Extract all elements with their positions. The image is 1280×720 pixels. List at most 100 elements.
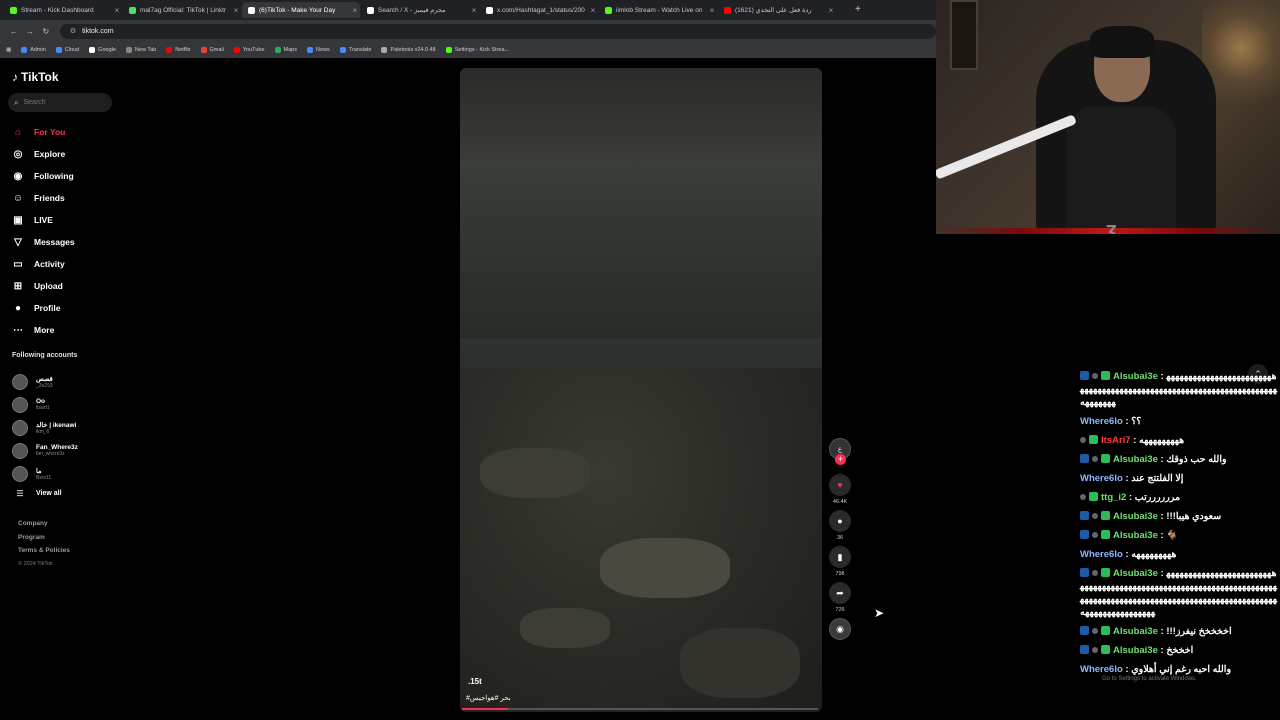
following-account[interactable]: Oo itsarf1 bbox=[12, 393, 122, 416]
tab-favicon-icon bbox=[248, 6, 255, 14]
chat-message: Alsubai3e : سعودي هيبا!!! bbox=[1080, 510, 1280, 523]
chat-text: مررررررتب bbox=[1134, 492, 1181, 503]
nav-item-live[interactable]: ▣ LIVE bbox=[12, 209, 122, 231]
chat-username[interactable]: Where6lo bbox=[1080, 664, 1123, 675]
browser-tab[interactable]: Search / X - محرم فيمبز × bbox=[361, 2, 479, 18]
bookmark-label: News bbox=[315, 46, 330, 53]
browser-tab[interactable]: Stream - Kick Dashboard × bbox=[4, 2, 122, 18]
following-account[interactable]: ما Bsrs11 bbox=[12, 462, 122, 485]
chat-username[interactable]: Where6lo bbox=[1080, 473, 1123, 484]
browser-tab[interactable]: x.com/Hashtagat_1/status/200 × bbox=[480, 2, 598, 18]
bookmark-item[interactable]: Maps bbox=[274, 46, 297, 53]
address-bar[interactable]: ⚙ tiktok.com bbox=[59, 23, 937, 39]
chat-username[interactable]: Alsubai3e bbox=[1113, 511, 1158, 522]
chat-username[interactable]: Where6lo bbox=[1080, 416, 1123, 427]
bookmark-item[interactable]: Cloud bbox=[55, 46, 79, 53]
view-all-label: View all bbox=[36, 489, 62, 497]
video-hashtags[interactable]: #بحر #هواجيس bbox=[466, 694, 511, 702]
save-button[interactable]: ▮ bbox=[829, 546, 851, 568]
chat-text: هههههههههه bbox=[1131, 549, 1177, 560]
browser-tab[interactable]: mal7ag Official: TikTok | Linktr × bbox=[123, 2, 241, 18]
chat-username[interactable]: Alsubai3e bbox=[1113, 454, 1158, 465]
bookmark-item[interactable]: New Tab bbox=[125, 46, 156, 53]
chat-badge-icon bbox=[1101, 454, 1110, 463]
following-account[interactable]: قصص _2e293 bbox=[12, 370, 122, 393]
chat-username[interactable]: Alsubai3e bbox=[1113, 626, 1158, 637]
video-rock bbox=[680, 628, 800, 698]
bookmark-favicon-icon bbox=[381, 46, 388, 53]
footer-terms[interactable]: Terms & Policies bbox=[18, 547, 70, 561]
comment-button[interactable]: ● bbox=[829, 510, 851, 532]
nav-item-more[interactable]: ⋯ More bbox=[12, 319, 122, 341]
forward-icon[interactable]: → bbox=[22, 27, 38, 36]
chat-username[interactable]: Alsubai3e bbox=[1113, 371, 1158, 382]
close-icon[interactable]: × bbox=[112, 6, 122, 15]
author-initial: ع bbox=[837, 446, 843, 453]
follow-plus-icon[interactable]: + bbox=[835, 454, 846, 465]
close-icon[interactable]: × bbox=[231, 6, 241, 15]
author-avatar[interactable]: ع + bbox=[829, 438, 851, 465]
like-button[interactable]: ♥ bbox=[829, 474, 851, 496]
music-disc[interactable]: ◉ bbox=[829, 618, 851, 640]
bookmark-item[interactable]: Netflix bbox=[166, 46, 191, 53]
close-icon[interactable]: × bbox=[707, 6, 717, 15]
chat-username[interactable]: ttg_i2 bbox=[1101, 492, 1126, 503]
following-account[interactable]: خالد | ikenawi ikm_6 bbox=[12, 416, 122, 439]
footer-company[interactable]: Company bbox=[18, 520, 70, 534]
chat-username[interactable]: Alsubai3e bbox=[1113, 568, 1158, 579]
chat-message: Where6lo : والله احبه رغم إني أهلاوي bbox=[1080, 664, 1232, 675]
browser-tab[interactable]: (6)TikTok - Make Your Day × bbox=[242, 2, 360, 18]
bookmark-item[interactable]: Google bbox=[89, 46, 116, 53]
nav-item-upload[interactable]: ⊞ Upload bbox=[12, 275, 122, 297]
bookmark-item[interactable]: Settings - Kick Strea... bbox=[445, 46, 509, 53]
following-account[interactable]: Fan_Where3z fan_where3z bbox=[12, 439, 122, 462]
browser-tab[interactable]: (1621) ردة فعل على التحدي × bbox=[718, 2, 836, 18]
tiktok-logo[interactable]: ♪ TikTok bbox=[12, 70, 59, 84]
search-input[interactable]: ⌕ Search bbox=[8, 93, 112, 112]
chat-username[interactable]: Alsubai3e bbox=[1113, 530, 1158, 541]
footer-program[interactable]: Program bbox=[18, 534, 70, 548]
bookmarks-bar: ▦ Admin Cloud Google New Tab Netflix Gmail You… bbox=[0, 42, 936, 58]
chat-username[interactable]: Where6lo bbox=[1080, 549, 1123, 560]
bookmark-item[interactable]: Paletools v24.0.48 bbox=[381, 46, 436, 53]
bookmark-item[interactable]: News bbox=[306, 46, 330, 53]
chat-badge-icon bbox=[1080, 494, 1086, 500]
chat-username[interactable]: Alsubai3e bbox=[1113, 645, 1158, 656]
close-icon[interactable]: × bbox=[350, 6, 360, 15]
bookmark-item[interactable]: Translate bbox=[339, 46, 371, 53]
video-player[interactable]: .15t #بحر #هواجيس bbox=[460, 68, 822, 712]
bookmark-item[interactable]: Admin bbox=[21, 46, 46, 53]
nav-item-profile[interactable]: ● Profile bbox=[12, 297, 122, 319]
new-tab-button[interactable]: + bbox=[855, 4, 861, 16]
close-icon[interactable]: × bbox=[826, 6, 836, 15]
close-icon[interactable]: × bbox=[588, 6, 598, 15]
nav-label: Messages bbox=[34, 237, 75, 247]
browser-tab[interactable]: iimlob Stream - Watch Live on × bbox=[599, 2, 717, 18]
upload-icon: ⊞ bbox=[13, 280, 23, 292]
bookmark-label: Google bbox=[98, 46, 116, 53]
bookmark-item[interactable]: YouTube bbox=[233, 46, 265, 53]
nav-item-explore[interactable]: ◎ Explore bbox=[12, 143, 122, 165]
site-info-icon[interactable]: ⚙ bbox=[70, 27, 76, 35]
view-all-button[interactable]: ☰ View all bbox=[12, 485, 122, 501]
nav-item-activity[interactable]: ▭ Activity bbox=[12, 253, 122, 275]
chat-username[interactable]: ItsAri7 bbox=[1101, 435, 1131, 446]
chat-text: اخخخخخ نيفرز!!! bbox=[1166, 626, 1232, 637]
share-button[interactable]: ➦ bbox=[829, 582, 851, 604]
close-icon[interactable]: × bbox=[469, 6, 479, 15]
nav-item-for-you[interactable]: ⌂ For You bbox=[12, 121, 122, 143]
bookmark-item[interactable]: Gmail bbox=[200, 46, 224, 53]
nav-item-messages[interactable]: ▽ Messages bbox=[12, 231, 122, 253]
nav-item-friends[interactable]: ☺ Friends bbox=[12, 187, 122, 209]
nav-item-following[interactable]: ◉ Following bbox=[12, 165, 122, 187]
mouse-cursor-icon: ➤ bbox=[874, 606, 885, 620]
reload-icon[interactable]: ↻ bbox=[38, 27, 54, 36]
video-progress-bar[interactable] bbox=[462, 708, 818, 710]
tab-title: iimlob Stream - Watch Live on bbox=[616, 6, 703, 14]
chat-badge-icon bbox=[1092, 532, 1098, 538]
chat-badge-icon bbox=[1092, 373, 1098, 379]
tab-title: (1621) ردة فعل على التحدي bbox=[735, 7, 812, 14]
apps-icon[interactable]: ▦ bbox=[6, 47, 11, 53]
bookmark-favicon-icon bbox=[55, 46, 62, 53]
back-icon[interactable]: ← bbox=[6, 27, 22, 36]
